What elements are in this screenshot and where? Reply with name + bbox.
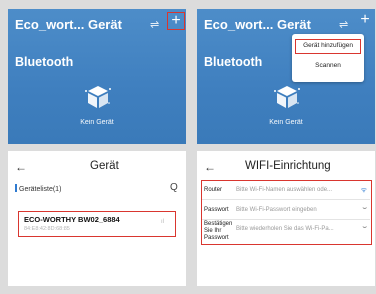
device-name: ECO-WORTHY BW02_6884 [24,215,120,224]
menu-item-scan[interactable]: Scannen [292,62,364,69]
page-title: WIFI-Einrichtung [245,160,331,172]
router-field[interactable]: Router Bitte Wi-Fi-Namen auswählen ode..… [202,181,370,200]
screen-device-list: ← Gerät Geräteliste(1) Q ECO-WORTHY BW02… [8,151,186,286]
password-label: Passwort [204,207,229,213]
password-input[interactable]: Bitte Wi-Fi-Passwort eingeben [236,207,317,213]
screen-wifi-setup: ← WIFI-Einrichtung Router Bitte Wi-Fi-Na… [197,151,375,286]
add-icon[interactable]: + [356,12,374,30]
menu-item-add-device[interactable]: Gerät hinzufügen [295,39,361,54]
confirm-label-line-2: Sie Ihr [204,228,222,234]
cube-icon [85,86,111,108]
add-menu: Gerät hinzufügen Scannen [292,34,364,82]
no-device-label: Kein Gerät [269,119,303,126]
app-title: Eco_wort... Gerät [15,17,122,32]
confirm-label-line-3: Passwort [204,235,229,241]
device-list-item[interactable]: ECO-WORTHY BW02_6884 84:E8:42:8D:68:85 ı… [18,211,176,237]
signal-icon: ıl [161,219,164,225]
eye-closed-icon[interactable]: ⌣ [362,224,367,232]
confirm-password-field[interactable]: Bestätigen Sie Ihr Passwort Bitte wieder… [202,220,370,244]
wifi-icon[interactable]: ᯤ [361,186,367,195]
app-title: Eco_wort... Gerät [204,17,311,32]
screen-device-home: Eco_wort... Gerät ⇌ + Bluetooth Kein Ger… [8,9,186,144]
page-title: Gerät [90,160,119,172]
no-device-label: Kein Gerät [80,119,114,126]
eye-closed-icon[interactable]: ⌣ [362,205,367,213]
refresh-icon[interactable]: Q [170,182,178,193]
back-arrow-icon[interactable]: ← [15,160,27,174]
device-list-label: Geräteliste(1) [19,186,62,193]
back-arrow-icon[interactable]: ← [204,160,216,174]
router-label: Router [204,187,223,193]
sliders-icon[interactable]: ⇌ [150,18,159,31]
section-title: Bluetooth [15,55,74,69]
password-field[interactable]: Passwort Bitte Wi-Fi-Passwort eingeben ⌣ [202,200,370,220]
router-input[interactable]: Bitte Wi-Fi-Namen auswählen ode... [236,187,332,193]
device-mac: 84:E8:42:8D:68:85 [24,226,70,232]
accent-bar [15,184,17,192]
device-list-header: Geräteliste(1) [15,184,61,193]
confirm-label-line-1: Bestätigen [204,221,233,227]
sliders-icon[interactable]: ⇌ [339,18,348,31]
cube-icon [274,86,300,108]
confirm-password-label: Bestätigen Sie Ihr Passwort [204,221,232,242]
add-icon[interactable]: + [167,12,185,30]
screen-device-home-menu: Eco_wort... Gerät ⇌ + Bluetooth Kein Ger… [197,9,375,144]
wifi-form: Router Bitte Wi-Fi-Namen auswählen ode..… [201,180,372,245]
confirm-password-input[interactable]: Bitte wiederholen Sie das Wi-Fi-Pa... [236,226,334,232]
section-title: Bluetooth [204,55,263,69]
tutorial-collage: Eco_wort... Gerät ⇌ + Bluetooth Kein Ger… [0,0,376,294]
